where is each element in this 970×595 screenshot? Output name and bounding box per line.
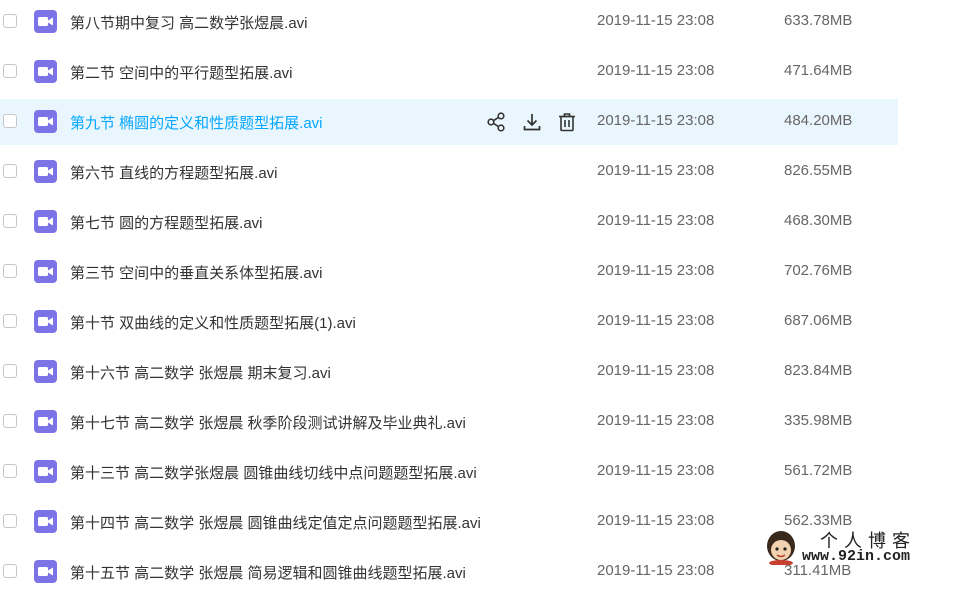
file-name[interactable]: 第七节 圆的方程题型拓展.avi bbox=[70, 212, 263, 233]
row-checkbox[interactable] bbox=[3, 64, 17, 78]
share-icon bbox=[486, 111, 508, 133]
watermark: 个人博客 www.92in.com bbox=[764, 527, 960, 569]
cartoon-avatar-icon bbox=[767, 531, 795, 565]
file-date: 2019-11-15 23:08 bbox=[597, 562, 715, 579]
file-name[interactable]: 第八节期中复习 高二数学张煜晨.avi bbox=[70, 12, 308, 33]
delete-icon bbox=[556, 111, 578, 133]
video-file-icon bbox=[34, 360, 57, 383]
row-checkbox[interactable] bbox=[3, 14, 17, 28]
video-file-icon bbox=[34, 260, 57, 283]
row-checkbox[interactable] bbox=[3, 414, 17, 428]
file-date: 2019-11-15 23:08 bbox=[597, 162, 715, 179]
delete-button[interactable] bbox=[556, 111, 578, 133]
file-size: 468.30MB bbox=[784, 212, 853, 229]
file-date: 2019-11-15 23:08 bbox=[597, 12, 715, 29]
row-checkbox[interactable] bbox=[3, 164, 17, 178]
row-checkbox[interactable] bbox=[3, 314, 17, 328]
file-date: 2019-11-15 23:08 bbox=[597, 112, 715, 129]
video-file-icon bbox=[34, 10, 57, 33]
video-file-icon bbox=[34, 210, 57, 233]
file-name[interactable]: 第六节 直线的方程题型拓展.avi bbox=[70, 162, 278, 183]
file-row[interactable]: 第三节 空间中的垂直关系体型拓展.avi 2019-11-15 23:08 702.… bbox=[0, 249, 898, 295]
file-row[interactable]: 第六节 直线的方程题型拓展.avi 2019-11-15 23:08 826.55M… bbox=[0, 149, 898, 195]
file-name[interactable]: 第十节 双曲线的定义和性质题型拓展(1).avi bbox=[70, 312, 356, 333]
row-checkbox[interactable] bbox=[3, 564, 17, 578]
file-row[interactable]: 第七节 圆的方程题型拓展.avi 2019-11-15 23:08 468.30MB bbox=[0, 199, 898, 245]
file-name[interactable]: 第三节 空间中的垂直关系体型拓展.avi bbox=[70, 262, 323, 283]
file-date: 2019-11-15 23:08 bbox=[597, 312, 715, 329]
file-date: 2019-11-15 23:08 bbox=[597, 262, 715, 279]
row-checkbox[interactable] bbox=[3, 514, 17, 528]
file-date: 2019-11-15 23:08 bbox=[597, 212, 715, 229]
file-row[interactable]: 第九节 椭圆的定义和性质题型拓展.avi 2019-11-15 23:08 484.… bbox=[0, 99, 898, 145]
row-checkbox[interactable] bbox=[3, 214, 17, 228]
row-checkbox[interactable] bbox=[3, 364, 17, 378]
file-size: 335.98MB bbox=[784, 412, 853, 429]
row-checkbox[interactable] bbox=[3, 464, 17, 478]
file-size: 826.55MB bbox=[784, 162, 853, 179]
file-size: 687.06MB bbox=[784, 312, 853, 329]
file-size: 702.76MB bbox=[784, 262, 853, 279]
file-size: 823.84MB bbox=[784, 362, 853, 379]
file-row[interactable]: 第十节 双曲线的定义和性质题型拓展(1).avi 2019-11-15 23:08… bbox=[0, 299, 898, 345]
file-name[interactable]: 第二节 空间中的平行题型拓展.avi bbox=[70, 62, 293, 83]
file-row[interactable]: 第二节 空间中的平行题型拓展.avi 2019-11-15 23:08 471.64… bbox=[0, 49, 898, 95]
file-size: 471.64MB bbox=[784, 62, 853, 79]
download-icon bbox=[521, 111, 543, 133]
download-button[interactable] bbox=[521, 111, 543, 133]
file-size: 484.20MB bbox=[784, 112, 853, 129]
video-file-icon bbox=[34, 110, 57, 133]
file-name[interactable]: 第十四节 高二数学 张煜晨 圆锥曲线定值定点问题题型拓展.avi bbox=[70, 512, 481, 533]
video-file-icon bbox=[34, 410, 57, 433]
file-size: 561.72MB bbox=[784, 462, 853, 479]
video-file-icon bbox=[34, 160, 57, 183]
file-row[interactable]: 第八节期中复习 高二数学张煜晨.avi 2019-11-15 23:08 633.7… bbox=[0, 0, 898, 45]
file-name[interactable]: 第九节 椭圆的定义和性质题型拓展.avi bbox=[70, 112, 323, 133]
video-file-icon bbox=[34, 510, 57, 533]
video-file-icon bbox=[34, 310, 57, 333]
file-name[interactable]: 第十三节 高二数学张煜晨 圆锥曲线切线中点问题题型拓展.avi bbox=[70, 462, 477, 483]
file-date: 2019-11-15 23:08 bbox=[597, 512, 715, 529]
file-date: 2019-11-15 23:08 bbox=[597, 62, 715, 79]
file-row[interactable]: 第十三节 高二数学张煜晨 圆锥曲线切线中点问题题型拓展.avi 2019-11-1… bbox=[0, 449, 898, 495]
row-checkbox[interactable] bbox=[3, 114, 17, 128]
file-date: 2019-11-15 23:08 bbox=[597, 462, 715, 479]
watermark-url: www.92in.com bbox=[802, 548, 911, 565]
file-date: 2019-11-15 23:08 bbox=[597, 412, 715, 429]
file-name[interactable]: 第十七节 高二数学 张煜晨 秋季阶段测试讲解及毕业典礼.avi bbox=[70, 412, 466, 433]
video-file-icon bbox=[34, 60, 57, 83]
file-row[interactable]: 第十六节 高二数学 张煜晨 期末复习.avi 2019-11-15 23:08 82… bbox=[0, 349, 898, 395]
video-file-icon bbox=[34, 560, 57, 583]
share-button[interactable] bbox=[486, 111, 508, 133]
file-row[interactable]: 第十七节 高二数学 张煜晨 秋季阶段测试讲解及毕业典礼.avi 2019-11-1… bbox=[0, 399, 898, 445]
file-name[interactable]: 第十六节 高二数学 张煜晨 期末复习.avi bbox=[70, 362, 331, 383]
file-size: 633.78MB bbox=[784, 12, 853, 29]
file-date: 2019-11-15 23:08 bbox=[597, 362, 715, 379]
video-file-icon bbox=[34, 460, 57, 483]
row-checkbox[interactable] bbox=[3, 264, 17, 278]
